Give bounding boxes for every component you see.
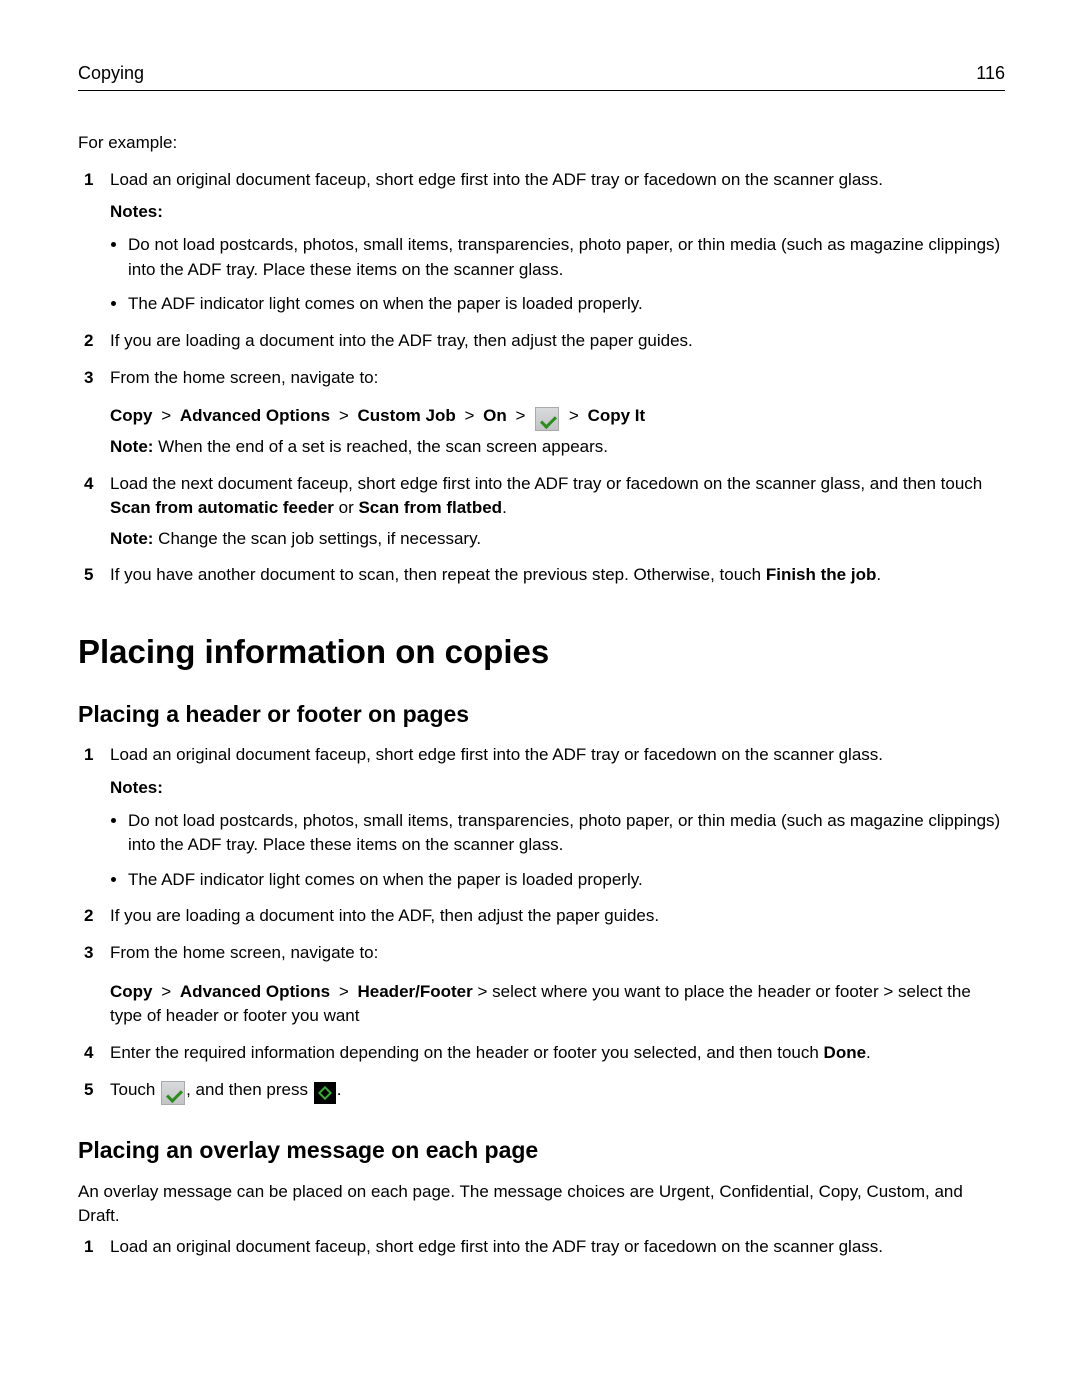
step-text: If you have another document to scan, th…: [110, 565, 766, 584]
crumb-item: Custom Job: [358, 406, 456, 425]
step-text: .: [876, 565, 881, 584]
crumb-sep: >: [464, 406, 474, 425]
step-text: Load an original document faceup, short …: [110, 170, 883, 189]
step-bold: Done: [824, 1043, 867, 1062]
step-text: Load an original document faceup, short …: [110, 745, 883, 764]
note-prefix: Note:: [110, 437, 153, 456]
step-item: 4 Load the next document faceup, short e…: [78, 472, 1005, 552]
step-text: .: [866, 1043, 871, 1062]
step-text: Enter the required information depending…: [110, 1043, 824, 1062]
step-item: 1 Load an original document faceup, shor…: [78, 168, 1005, 317]
breadcrumb: Copy > Advanced Options > Header/Footer …: [110, 980, 1005, 1029]
note-body: Change the scan job settings, if necessa…: [153, 529, 481, 548]
step-item: 2 If you are loading a document into the…: [78, 329, 1005, 354]
crumb-item: Copy: [110, 406, 153, 425]
note-prefix: Note:: [110, 529, 153, 548]
steps-list-a: 1 Load an original document faceup, shor…: [78, 168, 1005, 588]
step-number: 3: [84, 366, 93, 391]
step-text: .: [337, 1080, 342, 1099]
step-text: If you are loading a document into the A…: [110, 906, 659, 925]
step-bold: Finish the job: [766, 565, 877, 584]
step-text: Load the next document faceup, short edg…: [110, 474, 982, 493]
document-page: Copying 116 For example: 1 Load an origi…: [0, 0, 1080, 1332]
note-bullet: The ADF indicator light comes on when th…: [128, 868, 1005, 893]
subsection-title: Placing an overlay message on each page: [78, 1134, 1005, 1167]
note-bullet: Do not load postcards, photos, small ite…: [128, 809, 1005, 858]
step-item: 4 Enter the required information dependi…: [78, 1041, 1005, 1066]
step-item: 5 If you have another document to scan, …: [78, 563, 1005, 588]
step-number: 3: [84, 941, 93, 966]
crumb-sep: >: [569, 406, 579, 425]
step-bold: Scan from flatbed: [358, 498, 502, 517]
crumb-item: Copy: [110, 982, 153, 1001]
note-line: Note: When the end of a set is reached, …: [110, 435, 1005, 460]
step-item: 3 From the home screen, navigate to: Cop…: [78, 941, 1005, 1029]
section-title: Placing information on copies: [78, 628, 1005, 676]
note-body: When the end of a set is reached, the sc…: [153, 437, 608, 456]
crumb-sep: >: [515, 406, 525, 425]
crumb-item: Copy It: [588, 406, 646, 425]
steps-list-b2: 1 Load an original document faceup, shor…: [78, 1235, 1005, 1260]
crumb-sep: >: [161, 406, 171, 425]
step-item: 1 Load an original document faceup, shor…: [78, 743, 1005, 892]
note-bullet: The ADF indicator light comes on when th…: [128, 292, 1005, 317]
step-text: From the home screen, navigate to:: [110, 368, 378, 387]
step-number: 1: [84, 1235, 93, 1260]
notes-label: Notes:: [110, 776, 1005, 801]
step-text: .: [502, 498, 507, 517]
step-item: 1 Load an original document faceup, shor…: [78, 1235, 1005, 1260]
notes-bullets: Do not load postcards, photos, small ite…: [128, 809, 1005, 893]
step-item: 3 From the home screen, navigate to: Cop…: [78, 366, 1005, 460]
crumb-item: Header/Footer: [358, 982, 473, 1001]
notes-bullets: Do not load postcards, photos, small ite…: [128, 233, 1005, 317]
step-number: 2: [84, 904, 93, 929]
step-number: 1: [84, 743, 93, 768]
step-bold: Scan from automatic feeder: [110, 498, 334, 517]
crumb-sep: >: [339, 982, 349, 1001]
check-icon: [535, 407, 559, 431]
note-bullet: Do not load postcards, photos, small ite…: [128, 233, 1005, 282]
header-page-number: 116: [976, 60, 1005, 86]
step-number: 2: [84, 329, 93, 354]
step-number: 4: [84, 472, 93, 497]
steps-list-b1: 1 Load an original document faceup, shor…: [78, 743, 1005, 1102]
step-text: From the home screen, navigate to:: [110, 943, 378, 962]
crumb-sep: >: [339, 406, 349, 425]
page-header: Copying 116: [78, 60, 1005, 91]
step-item: 5 Touch , and then press .: [78, 1078, 1005, 1103]
header-section: Copying: [78, 60, 144, 86]
breadcrumb: Copy > Advanced Options > Custom Job > O…: [110, 404, 1005, 429]
step-number: 4: [84, 1041, 93, 1066]
intro-text: For example:: [78, 131, 1005, 156]
subsection-title: Placing a header or footer on pages: [78, 698, 1005, 731]
notes-label: Notes:: [110, 200, 1005, 225]
step-text: or: [334, 498, 359, 517]
crumb-item: Advanced Options: [180, 982, 330, 1001]
note-line: Note: Change the scan job settings, if n…: [110, 527, 1005, 552]
step-number: 5: [84, 1078, 93, 1103]
step-number: 5: [84, 563, 93, 588]
check-icon: [161, 1081, 185, 1105]
start-diamond-icon: [314, 1082, 336, 1104]
step-number: 1: [84, 168, 93, 193]
step-text: , and then press: [186, 1080, 313, 1099]
step-text: Touch: [110, 1080, 160, 1099]
step-text: Load an original document faceup, short …: [110, 1237, 883, 1256]
step-item: 2 If you are loading a document into the…: [78, 904, 1005, 929]
step-text: If you are loading a document into the A…: [110, 331, 693, 350]
crumb-sep: >: [161, 982, 171, 1001]
crumb-item: Advanced Options: [180, 406, 330, 425]
subsection-intro: An overlay message can be placed on each…: [78, 1180, 1005, 1229]
crumb-item: On: [483, 406, 507, 425]
